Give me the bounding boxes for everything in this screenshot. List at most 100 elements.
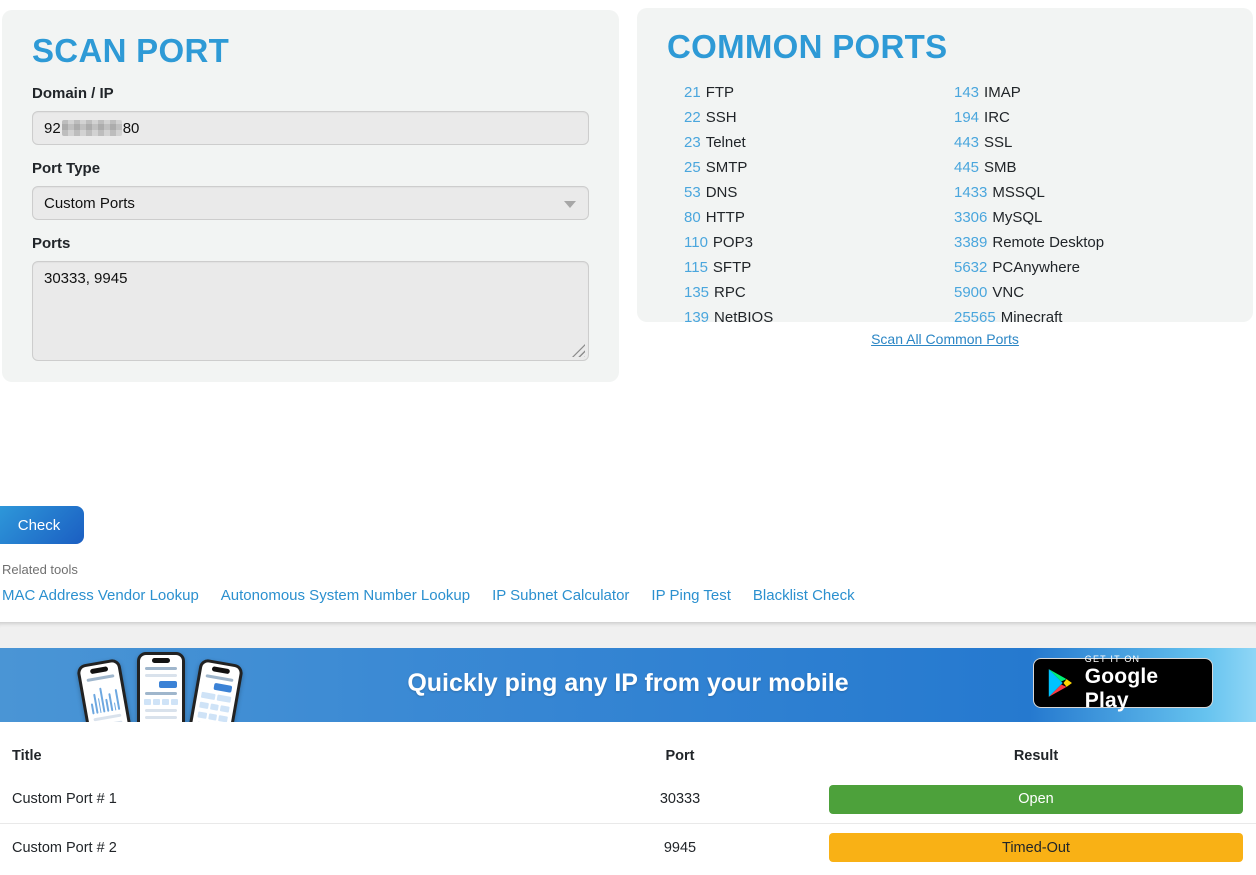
results-rows: Custom Port # 130333OpenCustom Port # 29… — [0, 775, 1256, 871]
related-tool-link[interactable]: Autonomous System Number Lookup — [221, 587, 470, 604]
mobile-app-banner: Quickly ping any IP from your mobile GET… — [0, 648, 1256, 722]
common-ports-column-2: 143IMAP194IRC443SSL445SMB1433MSSQL3306My… — [954, 80, 1223, 330]
header-port: Port — [590, 748, 770, 764]
row-title: Custom Port # 1 — [0, 791, 590, 807]
port-service-name: SSL — [984, 134, 1012, 151]
google-play-icon — [1048, 668, 1073, 698]
port-service-name: MySQL — [992, 209, 1042, 226]
port-service-name: Minecraft — [1001, 309, 1063, 326]
port-service-name: SMTP — [706, 159, 748, 176]
scan-results-table: Title Port Result Custom Port # 130333Op… — [0, 737, 1256, 871]
phone-center — [137, 652, 185, 722]
port-number-link[interactable]: 25565 — [954, 309, 996, 326]
port-service-name: FTP — [706, 84, 734, 101]
redacted-ip-segment — [62, 120, 122, 136]
common-port-item: 5900VNC — [954, 280, 1223, 305]
related-tools-label: Related tools — [2, 562, 78, 577]
domain-ip-value-prefix: 92 — [44, 120, 61, 137]
port-number-link[interactable]: 5632 — [954, 259, 987, 276]
domain-ip-label: Domain / IP — [32, 85, 589, 102]
mini-blue-button — [213, 683, 232, 693]
port-number-link[interactable]: 80 — [684, 209, 701, 226]
port-service-name: Telnet — [706, 134, 746, 151]
check-button[interactable]: Check — [0, 506, 84, 544]
domain-ip-value-suffix: 80 — [123, 120, 140, 137]
scan-all-common-ports-link[interactable]: Scan All Common Ports — [871, 331, 1019, 347]
common-ports-columns: 21 FTP 22 SSH 23 Telnet 25 SMTP 53 DNS 80 HTTP 110PO… — [667, 80, 1223, 330]
phone-mockups-image — [85, 652, 243, 722]
port-service-name: RPC — [714, 284, 746, 301]
common-ports-panel: COMMON PORTS 21 FTP 22 SSH 23 Telnet 25 SMTP 53 D… — [637, 8, 1253, 322]
port-service-name: MSSQL — [992, 184, 1045, 201]
related-tool-link[interactable]: Blacklist Check — [753, 587, 855, 604]
ports-textarea[interactable]: 30333, 9945 — [32, 261, 589, 361]
related-tool-link[interactable]: IP Ping Test — [651, 587, 731, 604]
table-row: Custom Port # 29945Timed-Out — [0, 823, 1256, 871]
related-tool-link[interactable]: IP Subnet Calculator — [492, 587, 629, 604]
port-number-link[interactable]: 194 — [954, 109, 979, 126]
row-result: Timed-Out — [770, 833, 1256, 862]
common-port-item: 3389 Remote Desktop — [954, 230, 1223, 255]
port-service-name: SMB — [984, 159, 1017, 176]
port-type-select[interactable]: Custom Ports — [32, 186, 589, 220]
related-tool-link[interactable]: MAC Address Vendor Lookup — [2, 587, 199, 604]
domain-ip-input[interactable]: 92 80 — [32, 111, 589, 145]
port-service-name: PCAnywhere — [992, 259, 1080, 276]
google-play-badge[interactable]: GET IT ON Google Play — [1033, 658, 1213, 708]
port-service-name: SSH — [706, 109, 737, 126]
port-number-link[interactable]: 115 — [684, 259, 708, 276]
status-badge: Timed-Out — [829, 833, 1243, 862]
common-port-item: 110POP3 — [684, 230, 954, 255]
common-port-item: 135 RPC — [684, 280, 954, 305]
port-number-link[interactable]: 443 — [954, 134, 979, 151]
ports-value: 30333, 9945 — [44, 270, 127, 287]
port-number-link[interactable]: 21 — [684, 84, 701, 101]
port-service-name: HTTP — [706, 209, 745, 226]
port-number-link[interactable]: 22 — [684, 109, 701, 126]
port-service-name: SFTP — [713, 259, 751, 276]
status-badge: Open — [829, 785, 1243, 814]
common-port-item: 115 SFTP — [684, 255, 954, 280]
port-number-link[interactable]: 3389 — [954, 234, 987, 251]
header-title: Title — [0, 748, 590, 764]
section-divider-band — [0, 622, 1256, 648]
common-port-item: 1433 MSSQL — [954, 180, 1223, 205]
port-number-link[interactable]: 3306 — [954, 209, 987, 226]
common-port-item: 23 Telnet — [684, 130, 954, 155]
scan-port-title: SCAN PORT — [32, 32, 589, 70]
port-number-link[interactable]: 25 — [684, 159, 701, 176]
textarea-resize-handle[interactable] — [572, 344, 585, 357]
port-number-link[interactable]: 135 — [684, 284, 709, 301]
phone-notch — [90, 666, 109, 674]
common-port-item: 445 SMB — [954, 155, 1223, 180]
mini-blue-button — [159, 681, 177, 688]
port-number-link[interactable]: 1433 — [954, 184, 987, 201]
common-port-item: 53 DNS — [684, 180, 954, 205]
related-tools-links: MAC Address Vendor Lookup Autonomous Syst… — [2, 587, 855, 604]
common-port-item: 22 SSH — [684, 105, 954, 130]
port-service-name: IRC — [984, 109, 1010, 126]
port-number-link[interactable]: 5900 — [954, 284, 987, 301]
ports-label: Ports — [32, 235, 589, 252]
common-port-item: 25565 Minecraft — [954, 305, 1223, 330]
port-service-name: Remote Desktop — [992, 234, 1104, 251]
port-service-name: NetBIOS — [714, 309, 773, 326]
google-play-text: GET IT ON Google Play — [1085, 654, 1198, 713]
port-number-link[interactable]: 110 — [684, 234, 708, 251]
common-port-item: 25 SMTP — [684, 155, 954, 180]
common-port-item: 3306 MySQL — [954, 205, 1223, 230]
row-port: 9945 — [590, 840, 770, 856]
port-number-link[interactable]: 445 — [954, 159, 979, 176]
port-number-link[interactable]: 53 — [684, 184, 701, 201]
port-number-link[interactable]: 143 — [954, 84, 979, 101]
port-number-link[interactable]: 23 — [684, 134, 701, 151]
common-port-item: 21 FTP — [684, 80, 954, 105]
phone-notch — [212, 666, 231, 674]
common-ports-title: COMMON PORTS — [667, 28, 1223, 66]
port-service-name: DNS — [706, 184, 738, 201]
table-row: Custom Port # 130333 Open — [0, 775, 1256, 823]
scan-all-wrap: Scan All Common Ports — [637, 331, 1253, 349]
scan-port-panel: SCAN PORT Domain / IP 9280 Port Type Cus… — [2, 10, 619, 382]
port-number-link[interactable]: 139 — [684, 309, 709, 326]
row-port: 30333 — [590, 791, 770, 807]
